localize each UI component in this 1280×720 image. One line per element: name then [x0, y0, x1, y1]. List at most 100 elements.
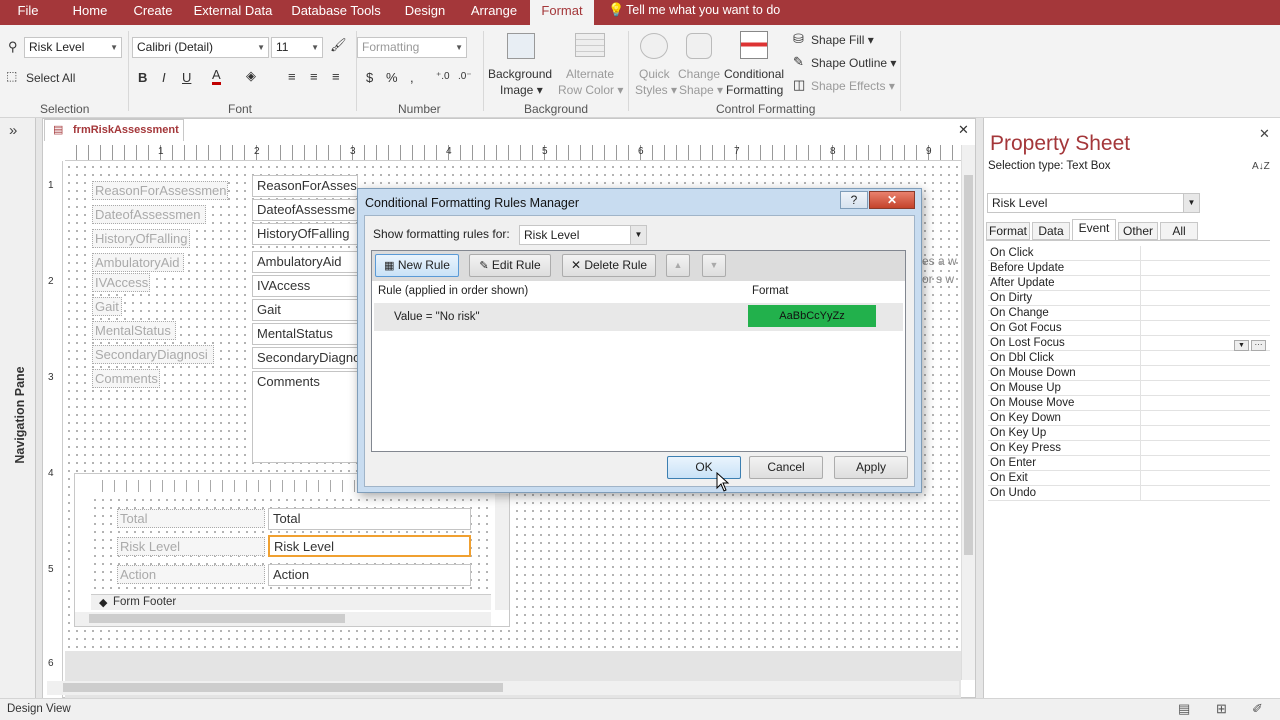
form-field[interactable]: MentalStatus: [252, 323, 358, 345]
scrollbar-thumb[interactable]: [964, 175, 973, 555]
nav-expand-button[interactable]: »: [9, 122, 17, 139]
show-rules-combo[interactable]: Risk Level ▼: [519, 225, 647, 245]
event-property-value[interactable]: [1140, 321, 1270, 336]
quick-styles-button[interactable]: Quick: [639, 67, 670, 81]
prop-tab-other[interactable]: Other: [1118, 222, 1158, 240]
event-property-row[interactable]: On Key Down: [988, 411, 1270, 426]
italic-button[interactable]: I: [162, 70, 166, 85]
form-field[interactable]: Gait: [252, 299, 358, 321]
event-property-row[interactable]: On Mouse Down: [988, 366, 1270, 381]
event-property-value[interactable]: [1140, 246, 1270, 261]
select-all-button[interactable]: Select All: [26, 71, 75, 85]
document-tab[interactable]: ▤ frmRiskAssessment: [44, 119, 184, 141]
shape-outline-button[interactable]: Shape Outline ▾: [811, 56, 896, 70]
align-center-icon[interactable]: ≡: [310, 69, 318, 84]
vertical-scrollbar[interactable]: [961, 145, 975, 680]
background-image-button[interactable]: Background: [488, 67, 552, 81]
dialog-help-button[interactable]: ?: [840, 191, 868, 209]
event-property-value[interactable]: [1140, 261, 1270, 276]
move-up-button[interactable]: ▲: [666, 254, 690, 277]
increase-decimals-icon[interactable]: ⁺.0: [436, 71, 450, 82]
form-field[interactable]: ReasonForAssessment: [252, 175, 358, 197]
move-down-button[interactable]: ▼: [702, 254, 726, 277]
event-property-row[interactable]: On Dirty: [988, 291, 1270, 306]
subform-hscrollbar[interactable]: [75, 612, 491, 626]
event-property-row[interactable]: On Mouse Up: [988, 381, 1270, 396]
cancel-button[interactable]: Cancel: [749, 456, 823, 479]
tab-database-tools[interactable]: Database Tools: [288, 0, 384, 25]
scrollbar-thumb[interactable]: [63, 683, 503, 692]
subform-field-selected[interactable]: Risk Level: [268, 535, 471, 557]
background-image-icon[interactable]: [507, 33, 535, 59]
event-property-row[interactable]: On Click: [988, 246, 1270, 261]
event-property-row[interactable]: After Update: [988, 276, 1270, 291]
tab-create[interactable]: Create: [130, 0, 176, 25]
percent-button[interactable]: %: [386, 70, 398, 85]
comma-button[interactable]: ,: [410, 70, 414, 85]
document-close-button[interactable]: ✕: [958, 122, 969, 138]
change-shape-icon[interactable]: [686, 33, 712, 59]
form-field[interactable]: DateofAssessme: [252, 199, 358, 221]
event-property-row[interactable]: On Lost Focus: [988, 336, 1270, 351]
subform-field[interactable]: Total: [268, 508, 471, 530]
subform-field[interactable]: Action: [268, 564, 471, 586]
event-property-value[interactable]: [1140, 456, 1270, 471]
form-label[interactable]: DateofAssessmen: [92, 205, 206, 224]
form-label[interactable]: AmbulatoryAid: [92, 253, 184, 272]
layout-view-icon[interactable]: ⊞: [1216, 701, 1227, 717]
tab-format[interactable]: Format: [530, 0, 594, 25]
form-field[interactable]: AmbulatoryAid: [252, 251, 358, 273]
subform-label[interactable]: Action: [117, 565, 265, 584]
fill-color-icon[interactable]: ◈: [246, 68, 256, 84]
number-format-combo[interactable]: Formatting ▼: [357, 37, 467, 58]
form-label[interactable]: SecondaryDiagnosi: [92, 345, 214, 364]
event-property-row[interactable]: On Change: [988, 306, 1270, 321]
event-property-row[interactable]: On Enter: [988, 456, 1270, 471]
form-field-memo[interactable]: Comments: [252, 371, 358, 463]
event-property-value[interactable]: [1140, 351, 1270, 366]
event-property-row[interactable]: Before Update: [988, 261, 1270, 276]
form-field[interactable]: IVAccess: [252, 275, 358, 297]
event-property-row[interactable]: On Mouse Move: [988, 396, 1270, 411]
edit-rule-button[interactable]: ✎ Edit Rule: [469, 254, 551, 277]
tab-file[interactable]: File: [10, 0, 46, 25]
form-label[interactable]: IVAccess: [92, 273, 150, 292]
event-property-value[interactable]: [1140, 396, 1270, 411]
form-label[interactable]: Gait: [92, 297, 122, 316]
event-property-row[interactable]: On Exit: [988, 471, 1270, 486]
dialog-close-button[interactable]: ✕: [869, 191, 915, 209]
tab-home[interactable]: Home: [68, 0, 112, 25]
property-sheet-close-button[interactable]: ✕: [1259, 126, 1270, 142]
prop-tab-data[interactable]: Data: [1032, 222, 1070, 240]
selection-combo[interactable]: Risk Level ▼: [24, 37, 122, 58]
prop-tab-all[interactable]: All: [1160, 222, 1198, 240]
design-view-icon[interactable]: ✐: [1252, 701, 1263, 717]
horizontal-scrollbar[interactable]: [47, 681, 959, 695]
chevron-down-icon[interactable]: ▼: [1234, 340, 1249, 351]
form-label[interactable]: MentalStatus: [92, 321, 176, 340]
event-property-value[interactable]: [1140, 291, 1270, 306]
quick-styles-icon[interactable]: [640, 33, 668, 59]
builder-button[interactable]: ···: [1251, 340, 1266, 351]
shape-fill-button[interactable]: Shape Fill ▾: [811, 33, 874, 47]
format-painter-icon[interactable]: 🖌: [330, 37, 347, 53]
event-property-value[interactable]: [1140, 411, 1270, 426]
object-selector-combo[interactable]: Risk Level ▼: [987, 193, 1200, 213]
prop-tab-event[interactable]: Event: [1072, 219, 1116, 240]
change-shape-button[interactable]: Change: [678, 67, 720, 81]
rule-row[interactable]: Value = "No risk" AaBbCcYyZz: [374, 303, 903, 331]
subform-label[interactable]: Risk Level: [117, 537, 265, 556]
tell-me-search[interactable]: Tell me what you want to do: [626, 0, 786, 25]
event-property-value[interactable]: [1140, 366, 1270, 381]
event-property-row[interactable]: On Got Focus: [988, 321, 1270, 336]
decrease-decimals-icon[interactable]: .0⁻: [458, 71, 472, 82]
bold-button[interactable]: B: [138, 70, 147, 85]
event-property-row[interactable]: On Key Up: [988, 426, 1270, 441]
form-field[interactable]: SecondaryDiagno: [252, 347, 358, 369]
conditional-formatting-icon[interactable]: [740, 31, 768, 59]
event-property-row[interactable]: On Undo: [988, 486, 1270, 501]
align-right-icon[interactable]: ≡: [332, 69, 340, 84]
form-footer-bar[interactable]: ◆ Form Footer: [91, 594, 491, 610]
form-label[interactable]: HistoryOfFalling: [92, 229, 190, 248]
new-rule-button[interactable]: ▦ New Rule: [375, 254, 459, 277]
